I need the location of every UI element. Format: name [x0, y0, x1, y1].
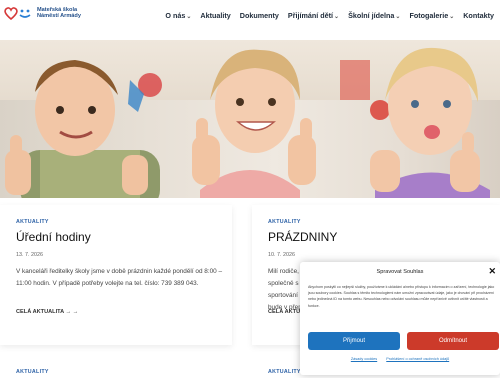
post-category[interactable]: AKTUALITY — [16, 219, 49, 225]
hero-image — [0, 40, 500, 198]
post-card: AKTUALITY Úřední hodiny 13. 7. 2026 V ka… — [0, 205, 232, 345]
post-category[interactable]: AKTUALITY — [16, 369, 49, 375]
chevron-down-icon: ⌄ — [449, 14, 455, 20]
site-header: Mateřská škola Náměstí Armády O nás⌄ Akt… — [0, 0, 500, 38]
post-title[interactable]: PRÁZDNINY — [268, 230, 337, 244]
post-category[interactable]: AKTUALITY — [268, 369, 301, 375]
cookie-consent-dialog: Spravovat Souhlas ✕ Abychom poskytli co … — [300, 262, 500, 375]
read-more-link[interactable]: CELÁ AKTU — [268, 309, 300, 315]
cookie-policy-link[interactable]: Zásady cookies — [351, 357, 377, 361]
cookie-dialog-text: Abychom poskytli co nejlepší služby, pou… — [308, 285, 495, 308]
nav-item-kontakty[interactable]: Kontakty — [463, 11, 494, 20]
cookie-dialog-title: Spravovat Souhlas — [376, 269, 424, 275]
post-date: 13. 7. 2026 — [16, 252, 43, 258]
nav-item-fotogalerie[interactable]: Fotogalerie⌄ — [409, 11, 454, 20]
close-icon[interactable]: ✕ — [488, 266, 496, 277]
nav-item-skolni-jidelna[interactable]: Školní jídelna⌄ — [348, 11, 400, 20]
chevron-down-icon: ⌄ — [395, 14, 401, 20]
cookie-links: Zásady cookies Prohlášení o ochraně osob… — [300, 357, 500, 361]
post-excerpt: V kanceláři ředitelky školy jsme v době … — [16, 268, 223, 287]
chevron-down-icon: ⌄ — [334, 14, 340, 20]
nav-item-o-nas[interactable]: O nás⌄ — [165, 11, 191, 20]
chevron-down-icon: ⌄ — [186, 14, 192, 20]
logo-heart-icon — [4, 7, 31, 20]
post-category[interactable]: AKTUALITY — [268, 219, 301, 225]
post-title[interactable]: Úřední hodiny — [16, 230, 91, 244]
nav-item-prijimani-deti[interactable]: Přijímání dětí⌄ — [288, 11, 339, 20]
hero-children-illustration — [5, 47, 490, 198]
logo-line-2: Náměstí Armády — [37, 13, 81, 19]
deny-cookies-button[interactable]: Odmítnout — [407, 332, 499, 350]
accept-cookies-button[interactable]: Přijmout — [308, 332, 400, 350]
nav-item-aktuality[interactable]: Aktuality — [200, 11, 230, 20]
logo-text: Mateřská škola Náměstí Armády — [37, 7, 97, 20]
main-nav: O nás⌄ Aktuality Dokumenty Přijímání dět… — [156, 11, 494, 20]
nav-item-dokumenty[interactable]: Dokumenty — [240, 11, 279, 20]
site-logo[interactable]: Mateřská škola Náměstí Armády — [4, 6, 97, 20]
privacy-statement-link[interactable]: Prohlášení o ochraně osobních údajů — [386, 357, 449, 361]
read-more-link[interactable]: CELÁ AKTUALITA → → — [16, 309, 78, 315]
post-card: AKTUALITY — [0, 358, 232, 378]
post-date: 10. 7. 2026 — [268, 252, 295, 258]
